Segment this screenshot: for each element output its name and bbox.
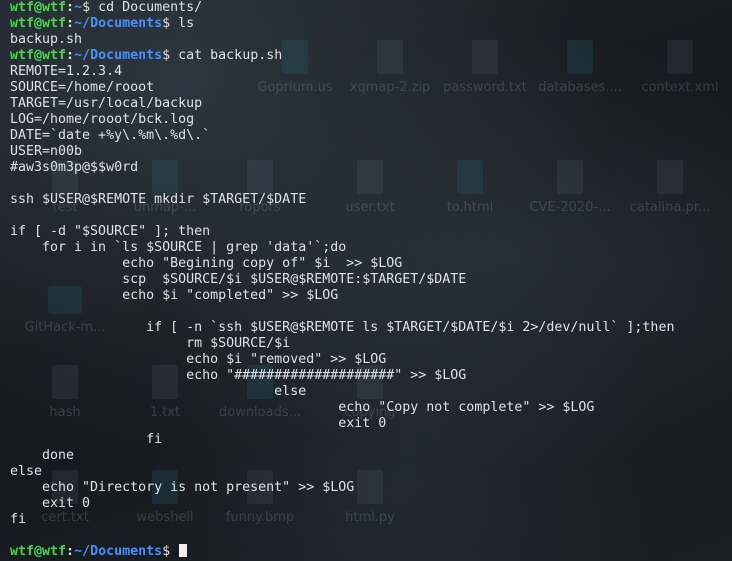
output-line: else	[10, 384, 307, 399]
prompt-line: wtf@wtf:~/Documents$ ls	[10, 16, 674, 32]
prompt-line: wtf@wtf:~$ cd Documents/	[10, 0, 674, 16]
output-line: SOURCE=/home/rooot	[10, 80, 155, 95]
prompt-path: ~/Documents	[74, 16, 163, 31]
prompt-dollar: $	[82, 0, 91, 15]
output-line: rm $SOURCE/$i	[10, 336, 291, 351]
output-line: exit 0	[10, 496, 91, 511]
prompt-line: wtf@wtf:~/Documents$ cat backup.sh	[10, 48, 674, 64]
output-line: #aw3s0m3p@$$w0rd	[10, 160, 139, 175]
prompt-separator: :	[66, 0, 75, 15]
prompt-separator: :	[66, 544, 75, 559]
output-line: fi	[10, 432, 163, 447]
terminal-window[interactable]: Goprium.us xqmap-2.zip password.txt databas…	[0, 0, 732, 561]
output-line: if [ -d "$SOURCE" ]; then	[10, 224, 211, 239]
output-line: echo "####################" >> $LOG	[10, 368, 467, 383]
prompt-user-host: wtf@wtf	[10, 0, 67, 15]
prompt-path: ~/Documents	[74, 544, 163, 559]
output-line: backup.sh	[10, 32, 83, 47]
terminal-output[interactable]: wtf@wtf:~$ cd Documents/wtf@wtf:~/Docume…	[10, 0, 674, 560]
prompt-user-host: wtf@wtf	[10, 16, 67, 31]
prompt-dollar: $	[162, 16, 171, 31]
command-text	[170, 544, 178, 559]
output-line: ssh $USER@$REMOTE mkdir $TARGET/$DATE	[10, 192, 307, 207]
output-line: scp $SOURCE/$i $USER@$REMOTE:$TARGET/$DA…	[10, 272, 467, 287]
text-cursor[interactable]	[179, 544, 188, 557]
output-line: for i in `ls $SOURCE | grep 'data'`;do	[10, 240, 347, 255]
output-line: exit 0	[10, 416, 387, 431]
output-line: else	[10, 464, 43, 479]
output-line: echo "Begining copy of" $i >> $LOG	[10, 256, 403, 271]
prompt-dollar: $	[162, 48, 171, 63]
command-text: ls	[170, 16, 195, 31]
prompt-line: wtf@wtf:~/Documents$	[10, 544, 674, 560]
output-line: LOG=/home/rooot/bck.log	[10, 112, 195, 127]
command-text: cd Documents/	[90, 0, 203, 15]
prompt-user-host: wtf@wtf	[10, 544, 67, 559]
output-line: echo "Copy not complete" >> $LOG	[10, 400, 595, 415]
output-line: fi	[10, 512, 27, 527]
command-text: cat backup.sh	[170, 48, 283, 63]
output-line: done	[10, 448, 75, 463]
prompt-separator: :	[66, 16, 75, 31]
output-line: if [ -n `ssh $USER@$REMOTE ls $TARGET/$D…	[10, 320, 675, 335]
output-line: DATE=`date +%y\.%m\.%d\.`	[10, 128, 211, 143]
output-line: echo $i "removed" >> $LOG	[10, 352, 387, 367]
output-line: USER=n00b	[10, 144, 83, 159]
output-line: REMOTE=1.2.3.4	[10, 64, 123, 79]
output-line: echo $i "completed" >> $LOG	[10, 288, 339, 303]
prompt-separator: :	[66, 48, 75, 63]
prompt-user-host: wtf@wtf	[10, 48, 67, 63]
output-line: echo "Directory is not present" >> $LOG	[10, 480, 355, 495]
output-line: TARGET=/usr/local/backup	[10, 96, 203, 111]
prompt-path: ~	[74, 0, 83, 15]
prompt-dollar: $	[162, 544, 171, 559]
prompt-path: ~/Documents	[74, 48, 163, 63]
